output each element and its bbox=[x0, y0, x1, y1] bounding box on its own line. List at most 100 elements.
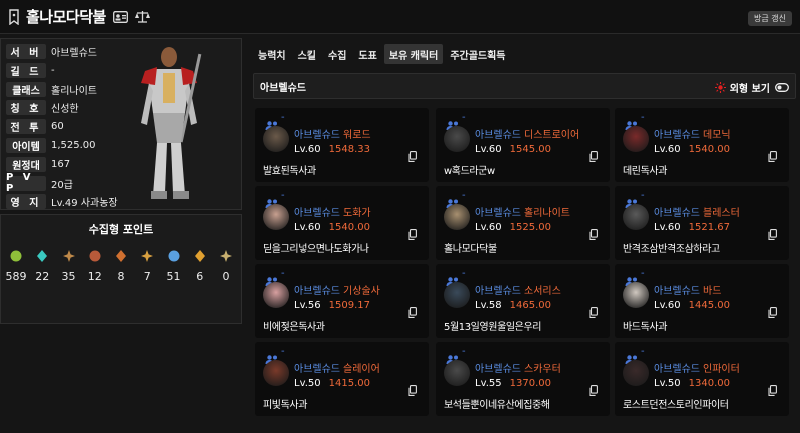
collection-item[interactable]: 22 bbox=[31, 249, 53, 283]
character-class: 소서리스 bbox=[524, 286, 561, 297]
character-server: 아브렐슈드 bbox=[654, 286, 700, 297]
profile-row-label: 원정대 bbox=[6, 156, 46, 172]
copy-icon[interactable] bbox=[408, 303, 417, 322]
character-portrait bbox=[623, 204, 649, 230]
character-server-class: 아브렐슈드 데모닉 bbox=[654, 126, 731, 141]
character-item-level: 1525.00 bbox=[509, 222, 551, 233]
collection-item[interactable]: 0 bbox=[215, 249, 237, 283]
profile-row-label: 클래스 bbox=[6, 81, 46, 97]
collection-count: 51 bbox=[166, 270, 181, 283]
copy-icon[interactable] bbox=[589, 225, 598, 244]
character-card[interactable]: - 아브렐슈드 인파이터 Lv.50 1340.00 로스트던전스토리인파이터 bbox=[615, 342, 789, 416]
profile-row-label: 칭 호 bbox=[6, 100, 46, 116]
character-name: 데린독사과 bbox=[623, 166, 668, 177]
copy-icon[interactable] bbox=[768, 225, 777, 244]
collection-count: 22 bbox=[35, 270, 50, 283]
character-portrait bbox=[623, 282, 649, 308]
tab-0[interactable]: 능력치 bbox=[253, 44, 291, 64]
character-portrait bbox=[444, 360, 470, 386]
character-server-class: 아브렐슈드 슬레이어 bbox=[294, 360, 380, 375]
appearance-toggle[interactable]: 외형 보기 bbox=[714, 80, 789, 95]
copy-icon[interactable] bbox=[408, 147, 417, 166]
character-card[interactable]: - 아브렐슈드 워로드 Lv.60 1548.33 발효된독사과 bbox=[255, 108, 429, 182]
character-card[interactable]: - 아브렐슈드 기상술사 Lv.56 1509.17 비에젖은독사과 bbox=[255, 264, 429, 338]
character-class: 기상술사 bbox=[343, 286, 380, 297]
left-panel: 서 버 아브렐슈드 길 드 - 클래스 홀리나이트 칭 호 신성한 전 투 60 아이템 1,525.… bbox=[0, 38, 242, 433]
tab-1[interactable]: 스킬 bbox=[293, 44, 321, 64]
collection-item[interactable]: 7 bbox=[136, 249, 158, 283]
character-levels: Lv.60 1545.00 bbox=[475, 144, 551, 155]
collection-item[interactable]: 51 bbox=[163, 249, 185, 283]
tab-2[interactable]: 수집 bbox=[323, 44, 351, 64]
tab-3[interactable]: 도표 bbox=[353, 44, 381, 64]
party-dash: - bbox=[641, 112, 645, 123]
collection-item[interactable]: 12 bbox=[84, 249, 106, 283]
copy-icon[interactable] bbox=[768, 381, 777, 400]
character-level: Lv.58 bbox=[475, 300, 502, 311]
copy-icon[interactable] bbox=[408, 381, 417, 400]
character-card[interactable]: - 아브렐슈드 바드 Lv.60 1445.00 바드독사과 bbox=[615, 264, 789, 338]
party-dash: - bbox=[462, 346, 466, 357]
profile-row-value: 아브렐슈드 bbox=[51, 48, 97, 59]
character-level: Lv.50 bbox=[654, 378, 681, 389]
collection-item[interactable]: 8 bbox=[110, 249, 132, 283]
character-card[interactable]: - 아브렐슈드 디스트로이어 Lv.60 1545.00 w혹드라군w bbox=[436, 108, 610, 182]
character-item-level: 1370.00 bbox=[509, 378, 551, 389]
character-item-level: 1509.17 bbox=[328, 300, 370, 311]
copy-icon[interactable] bbox=[589, 381, 598, 400]
omnium-star-icon bbox=[220, 250, 232, 262]
character-levels: Lv.60 1521.67 bbox=[654, 222, 730, 233]
character-levels: Lv.50 1415.00 bbox=[294, 378, 370, 389]
character-portrait bbox=[623, 360, 649, 386]
party-dash: - bbox=[462, 268, 466, 279]
toggle-switch-icon[interactable] bbox=[775, 83, 789, 92]
copy-icon[interactable] bbox=[768, 147, 777, 166]
character-server: 아브렐슈드 bbox=[294, 364, 340, 375]
collection-item[interactable]: 6 bbox=[189, 249, 211, 283]
character-card[interactable]: - 아브렐슈드 슬레이어 Lv.50 1415.00 피빛독사과 bbox=[255, 342, 429, 416]
character-name: w혹드라군w bbox=[444, 166, 495, 177]
profile-row-label: P V P bbox=[6, 172, 46, 194]
character-card[interactable]: - 아브렐슈드 도화가 Lv.60 1540.00 딛을그리넣으면나도화가나 bbox=[255, 186, 429, 260]
collection-count: 589 bbox=[5, 270, 27, 283]
party-dash: - bbox=[281, 346, 285, 357]
collection-count: 12 bbox=[87, 270, 102, 283]
character-server-class: 아브렐슈드 디스트로이어 bbox=[475, 126, 579, 141]
character-server-class: 아브렐슈드 도화가 bbox=[294, 204, 371, 219]
character-card[interactable]: - 아브렐슈드 소서리스 Lv.58 1465.00 5월13일영원울일은우리 bbox=[436, 264, 610, 338]
great-art-icon bbox=[62, 250, 75, 262]
bookmark-icon[interactable] bbox=[8, 8, 20, 25]
character-name: 보석들뿐이네유산에집중해 bbox=[444, 400, 550, 411]
collection-item[interactable]: 589 bbox=[5, 249, 27, 283]
party-dash: - bbox=[281, 268, 285, 279]
character-class: 도화가 bbox=[343, 208, 371, 219]
copy-icon[interactable] bbox=[408, 225, 417, 244]
character-level: Lv.60 bbox=[654, 222, 681, 233]
copy-icon[interactable] bbox=[589, 147, 598, 166]
character-server: 아브렐슈드 bbox=[654, 208, 700, 219]
character-card[interactable]: - 아브렐슈드 홀리나이트 Lv.60 1525.00 홀나모다닥불 bbox=[436, 186, 610, 260]
tab-4[interactable]: 보유 캐릭터 bbox=[383, 44, 444, 64]
character-name: 5월13일영원울일은우리 bbox=[444, 322, 542, 333]
scale-icon[interactable] bbox=[134, 10, 150, 23]
refresh-button[interactable]: 방금 갱신 bbox=[748, 11, 792, 26]
character-card[interactable]: - 아브렐슈드 블레스터 Lv.60 1521.67 반격조삼반격조삼하라고 bbox=[615, 186, 789, 260]
character-card[interactable]: - 아브렐슈드 데모닉 Lv.60 1540.00 데린독사과 bbox=[615, 108, 789, 182]
character-portrait bbox=[444, 282, 470, 308]
id-card-icon[interactable] bbox=[112, 10, 128, 23]
copy-icon[interactable] bbox=[589, 303, 598, 322]
character-card[interactable]: - 아브렐슈드 스카우터 Lv.55 1370.00 보석들뿐이네유산에집중해 bbox=[436, 342, 610, 416]
tab-5[interactable]: 주간골드획득 bbox=[445, 44, 510, 64]
copy-icon[interactable] bbox=[768, 303, 777, 322]
character-levels: Lv.60 1540.00 bbox=[294, 222, 370, 233]
character-server: 아브렐슈드 bbox=[294, 130, 340, 141]
character-level: Lv.60 bbox=[654, 300, 681, 311]
profile-card: 서 버 아브렐슈드 길 드 - 클래스 홀리나이트 칭 호 신성한 전 투 60 아이템 1,525.… bbox=[0, 38, 242, 210]
character-levels: Lv.56 1509.17 bbox=[294, 300, 370, 311]
collection-item[interactable]: 35 bbox=[58, 249, 80, 283]
character-name: 딛을그리넣으면나도화가나 bbox=[263, 244, 369, 255]
character-levels: Lv.60 1540.00 bbox=[654, 144, 730, 155]
character-levels: Lv.60 1525.00 bbox=[475, 222, 551, 233]
server-section-header: 아브렐슈드 외형 보기 bbox=[253, 73, 796, 99]
profile-row-label: 아이템 bbox=[6, 138, 46, 153]
